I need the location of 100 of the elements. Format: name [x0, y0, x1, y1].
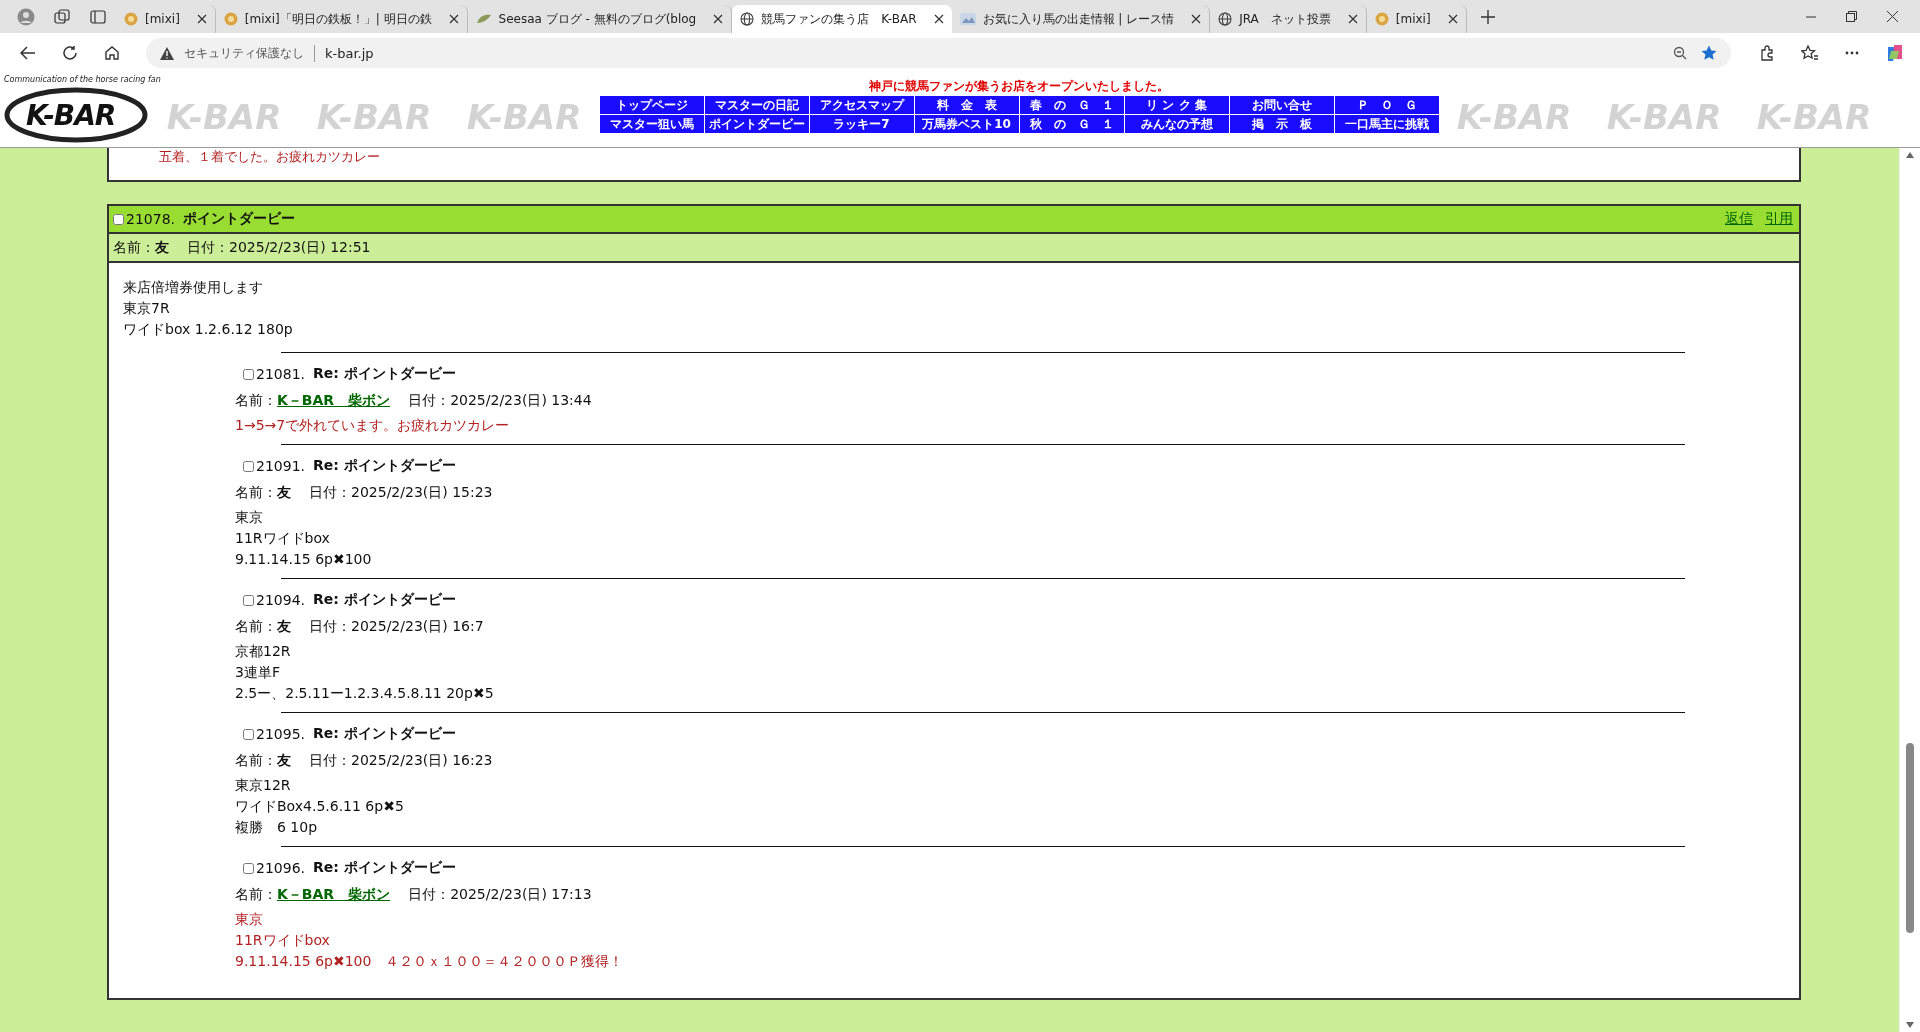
scroll-up-icon[interactable]	[1906, 152, 1914, 158]
post-text: 東京7R	[123, 299, 171, 318]
nav-link[interactable]: お問い合せ	[1229, 96, 1334, 114]
close-icon[interactable]	[1447, 14, 1458, 24]
nav-link[interactable]: マスター狙い馬	[599, 115, 704, 133]
post-title: Re: ポイントダービー	[313, 365, 456, 383]
globe-icon	[740, 12, 755, 26]
select-checkbox[interactable]	[113, 213, 124, 225]
address-bar[interactable]: セキュリティ保護なし k-bar.jp	[146, 38, 1731, 68]
tab-favicon-icon	[1374, 12, 1389, 26]
close-icon[interactable]	[933, 14, 944, 24]
action-link[interactable]: 返信	[1725, 210, 1753, 228]
post-date: 2025/2/23(日) 16:7	[351, 618, 484, 636]
reply-text: 東京	[235, 508, 264, 527]
new-tab-icon[interactable]	[1480, 9, 1495, 24]
tab-favicon-icon	[223, 12, 238, 26]
close-icon[interactable]	[713, 14, 724, 24]
name-label: 名前：	[113, 238, 155, 257]
select-checkbox[interactable]	[243, 594, 254, 606]
favorites-icon[interactable]	[1801, 45, 1819, 61]
zoom-icon[interactable]	[1673, 46, 1687, 60]
date-label: 日付：	[309, 484, 351, 502]
post-title: ポイントダービー	[183, 210, 295, 228]
select-checkbox[interactable]	[243, 368, 254, 380]
star-icon[interactable]	[1701, 45, 1717, 61]
reply-text: ワイドBox4.5.6.11 6p✖5	[235, 797, 405, 816]
close-icon[interactable]	[448, 14, 459, 24]
name-label: 名前：	[235, 752, 277, 770]
copilot-icon[interactable]	[1885, 43, 1905, 63]
post-date: 2025/2/23(日) 15:23	[351, 484, 493, 502]
post-number: 21081.	[256, 366, 305, 382]
author-name: 友	[277, 752, 291, 770]
reply-text: 9.11.14.15 6p✖100	[235, 550, 373, 569]
post-text: ワイドbox 1.2.6.12 180p	[123, 320, 294, 339]
action-link[interactable]: 引用	[1765, 210, 1793, 228]
nav-link[interactable]: 秋 の Ｇ １	[1019, 115, 1124, 133]
date-label: 日付：	[309, 618, 351, 636]
author-name: 友	[277, 618, 291, 636]
author-link[interactable]: K－BAR 柴ボン	[277, 392, 391, 410]
url-text: k-bar.jp	[325, 45, 374, 61]
select-checkbox[interactable]	[243, 728, 254, 740]
post-number: 21094.	[256, 592, 305, 608]
reply-text: 3連単F	[235, 663, 281, 682]
nav-link[interactable]: マスターの日記	[704, 96, 809, 114]
reply-text: 京都12R	[235, 642, 292, 661]
reply-text: 東京	[235, 910, 264, 929]
logo-tagline: Communication of the horse racing fan	[4, 75, 161, 84]
nav-link[interactable]: ポイントダービー	[704, 115, 809, 133]
scrollbar-thumb[interactable]	[1906, 743, 1914, 933]
nav-link[interactable]: 掲 示 板	[1229, 115, 1334, 133]
author-name: 友	[155, 238, 169, 257]
date-label: 日付：	[408, 886, 451, 904]
nav-link[interactable]: アクセスマップ	[809, 96, 914, 114]
browser-tab[interactable]: 競馬ファンの集う店 K-BAR	[732, 5, 952, 33]
nav-link[interactable]: 春 の Ｇ １	[1019, 96, 1124, 114]
select-checkbox[interactable]	[243, 862, 254, 874]
reply-text: 1→5→7で外れています。お疲れカツカレー	[235, 416, 511, 435]
post-date: 2025/2/23(日) 17:13	[450, 886, 592, 904]
tab-actions-icon[interactable]	[90, 8, 106, 25]
extensions-icon[interactable]	[1759, 45, 1775, 61]
workspaces-icon[interactable]	[54, 8, 70, 25]
reload-icon[interactable]	[62, 45, 78, 61]
date-label: 日付：	[408, 392, 451, 410]
post-number: 21096.	[256, 860, 305, 876]
name-label: 名前：	[235, 392, 277, 410]
nav-link[interactable]: 一口馬主に挑戦	[1334, 115, 1439, 133]
reply-text: 11Rワイドbox	[235, 529, 331, 548]
author-link[interactable]: K－BAR 柴ボン	[277, 886, 391, 904]
minimize-icon[interactable]	[1806, 15, 1816, 18]
more-icon[interactable]	[1845, 51, 1859, 55]
nav-link[interactable]: トップページ	[599, 96, 704, 114]
home-icon[interactable]	[104, 45, 120, 61]
nav-link[interactable]: ラッキー7	[809, 115, 914, 133]
profile-icon[interactable]	[17, 7, 35, 26]
globe-icon	[1218, 12, 1233, 26]
nav-link[interactable]: リ ン ク 集	[1124, 96, 1229, 114]
restore-icon[interactable]	[1846, 11, 1857, 22]
reply-text: 11Rワイドbox	[235, 931, 331, 950]
post-title: Re: ポイントダービー	[313, 591, 456, 609]
announcement-text: 神戸に競馬ファンが集うお店をオープンいたしました。	[869, 78, 1169, 94]
comment-text: 五着、１着でした。お疲れカツカレー	[159, 149, 380, 164]
select-checkbox[interactable]	[243, 460, 254, 472]
post-number: 21095.	[256, 726, 305, 742]
close-icon[interactable]	[196, 14, 207, 24]
nav-link[interactable]: Ｐ Ｏ Ｇ	[1334, 96, 1439, 114]
name-label: 名前：	[235, 484, 277, 502]
close-icon[interactable]	[1347, 14, 1358, 24]
reply-text: 9.11.14.15 6p✖100 ４２０ｘ１００＝４２０００Ｐ獲得！	[235, 952, 625, 971]
nav-link[interactable]: 料 金 表	[914, 96, 1019, 114]
close-icon[interactable]	[1191, 14, 1202, 24]
close-icon[interactable]	[1887, 11, 1898, 22]
name-label: 名前：	[235, 618, 277, 636]
post-title: Re: ポイントダービー	[313, 725, 456, 743]
post-text: 来店倍増券使用します	[123, 278, 264, 297]
back-icon[interactable]	[20, 46, 36, 60]
nav-link[interactable]: みんなの予想	[1124, 115, 1229, 133]
nav-link[interactable]: 万馬券ベスト10	[914, 115, 1019, 133]
scroll-down-icon[interactable]	[1906, 1022, 1914, 1028]
post-date: 2025/2/23(日) 16:23	[351, 752, 493, 770]
post-number: 21078.	[126, 211, 175, 227]
